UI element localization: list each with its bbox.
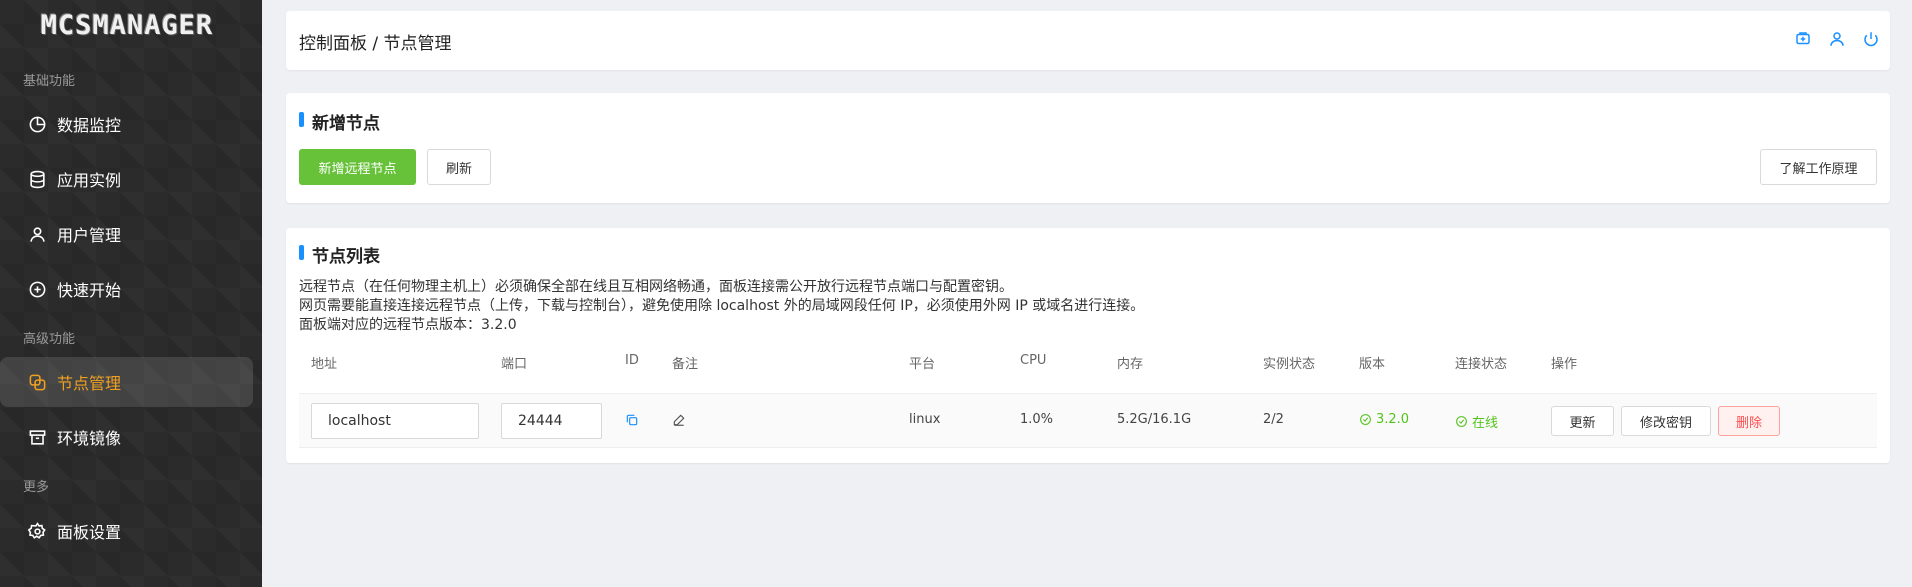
user-icon xyxy=(27,224,47,244)
check-circle-icon xyxy=(1455,415,1468,428)
address-input[interactable]: localhost xyxy=(311,403,479,439)
column-header-instances: 实例状态 xyxy=(1263,357,1316,372)
column-header-cpu: CPU xyxy=(1020,353,1047,368)
copy-icon[interactable] xyxy=(625,413,639,427)
learn-how-it-works-button[interactable]: 了解工作原理 xyxy=(1760,149,1877,185)
app-logo[interactable]: MCSMANAGER xyxy=(30,8,224,42)
power-icon[interactable] xyxy=(1862,30,1880,48)
sidebar-item-label: 环境镜像 xyxy=(57,429,122,448)
column-header-connection: 连接状态 xyxy=(1455,357,1508,372)
box-icon xyxy=(27,427,47,447)
column-header-port: 端口 xyxy=(501,357,528,372)
sidebar-item-label: 快速开始 xyxy=(57,281,122,300)
description-line: 远程节点（在任何物理主机上）必须确保全部在线且互相网络畅通，面板连接需公开放行远… xyxy=(299,279,1013,295)
column-header-id: ID xyxy=(625,353,639,368)
column-header-actions: 操作 xyxy=(1551,357,1578,372)
memory-value: 5.2G/16.1G xyxy=(1117,412,1192,427)
cpu-value: 1.0% xyxy=(1020,412,1054,427)
node-list-title: 节点列表 xyxy=(299,242,380,267)
sidebar-item-instances[interactable]: 应用实例 xyxy=(0,154,253,204)
sidebar-item-nodes[interactable]: 节点管理 xyxy=(0,357,253,407)
sidebar-item-label: 应用实例 xyxy=(57,171,122,190)
gear-icon xyxy=(27,521,47,541)
breadcrumb: 控制面板 / 节点管理 xyxy=(299,34,452,54)
pie-chart-icon xyxy=(27,114,47,134)
docs-icon[interactable] xyxy=(1794,30,1812,48)
node-list-description: 远程节点（在任何物理主机上）必须确保全部在线且互相网络畅通，面板连接需公开放行远… xyxy=(299,278,1144,335)
version-value: 3.2.0 xyxy=(1376,412,1410,427)
instances-value: 2/2 xyxy=(1263,412,1284,427)
column-header-address: 地址 xyxy=(311,357,338,372)
group-title-more: 更多 xyxy=(23,480,50,495)
group-title-basic: 基础功能 xyxy=(23,74,76,89)
sidebar-item-users[interactable]: 用户管理 xyxy=(0,209,253,259)
version-status: 3.2.0 xyxy=(1359,412,1409,427)
update-button[interactable]: 更新 xyxy=(1551,406,1614,436)
nodes-icon xyxy=(27,372,47,392)
logo-text: MCSMANAGER xyxy=(40,9,214,41)
description-line: 网页需要能直接连接远程节点（上传，下载与控制台），避免使用除 localhost… xyxy=(299,298,1145,314)
add-node-card: 新增节点 新增远程节点 刷新 了解工作原理 xyxy=(286,93,1890,203)
node-list-card: 节点列表 远程节点（在任何物理主机上）必须确保全部在线且互相网络畅通，面板连接需… xyxy=(286,228,1890,463)
plus-circle-icon xyxy=(27,279,47,299)
header-bar: 控制面板 / 节点管理 xyxy=(286,11,1890,70)
sidebar-item-label: 面板设置 xyxy=(57,523,122,542)
user-icon[interactable] xyxy=(1828,30,1846,48)
connection-value: 在线 xyxy=(1472,416,1499,431)
refresh-button[interactable]: 刷新 xyxy=(427,149,491,185)
change-key-button[interactable]: 修改密钥 xyxy=(1621,406,1711,436)
add-node-title: 新增节点 xyxy=(299,109,380,134)
check-circle-icon xyxy=(1359,413,1372,426)
database-icon xyxy=(27,169,47,189)
header-actions xyxy=(1794,30,1880,48)
column-header-remark: 备注 xyxy=(672,357,699,372)
sidebar-item-quickstart[interactable]: 快速开始 xyxy=(0,264,253,314)
edit-icon[interactable] xyxy=(672,413,686,427)
port-input[interactable]: 24444 xyxy=(501,403,602,439)
table-row: localhost 24444 linux 1.0% 5.2G/16.1G 2/… xyxy=(299,393,1877,448)
description-line: 面板端对应的远程节点版本：3.2.0 xyxy=(299,317,517,333)
sidebar-item-monitor[interactable]: 数据监控 xyxy=(0,99,253,149)
column-header-platform: 平台 xyxy=(909,357,936,372)
sidebar-item-label: 用户管理 xyxy=(57,226,122,245)
sidebar: MCSMANAGER 基础功能 数据监控 应用实例 用户管理 快速开始 高级功能… xyxy=(0,0,262,587)
sidebar-item-images[interactable]: 环境镜像 xyxy=(0,412,253,462)
platform-value: linux xyxy=(909,412,941,427)
sidebar-item-label: 数据监控 xyxy=(57,116,122,135)
delete-button[interactable]: 删除 xyxy=(1718,406,1780,436)
group-title-advanced: 高级功能 xyxy=(23,332,76,347)
sidebar-item-label: 节点管理 xyxy=(57,374,122,393)
sidebar-item-settings[interactable]: 面板设置 xyxy=(0,506,253,556)
column-header-memory: 内存 xyxy=(1117,357,1144,372)
add-remote-node-button[interactable]: 新增远程节点 xyxy=(299,149,416,185)
connection-status: 在线 xyxy=(1455,412,1498,431)
column-header-version: 版本 xyxy=(1359,357,1386,372)
